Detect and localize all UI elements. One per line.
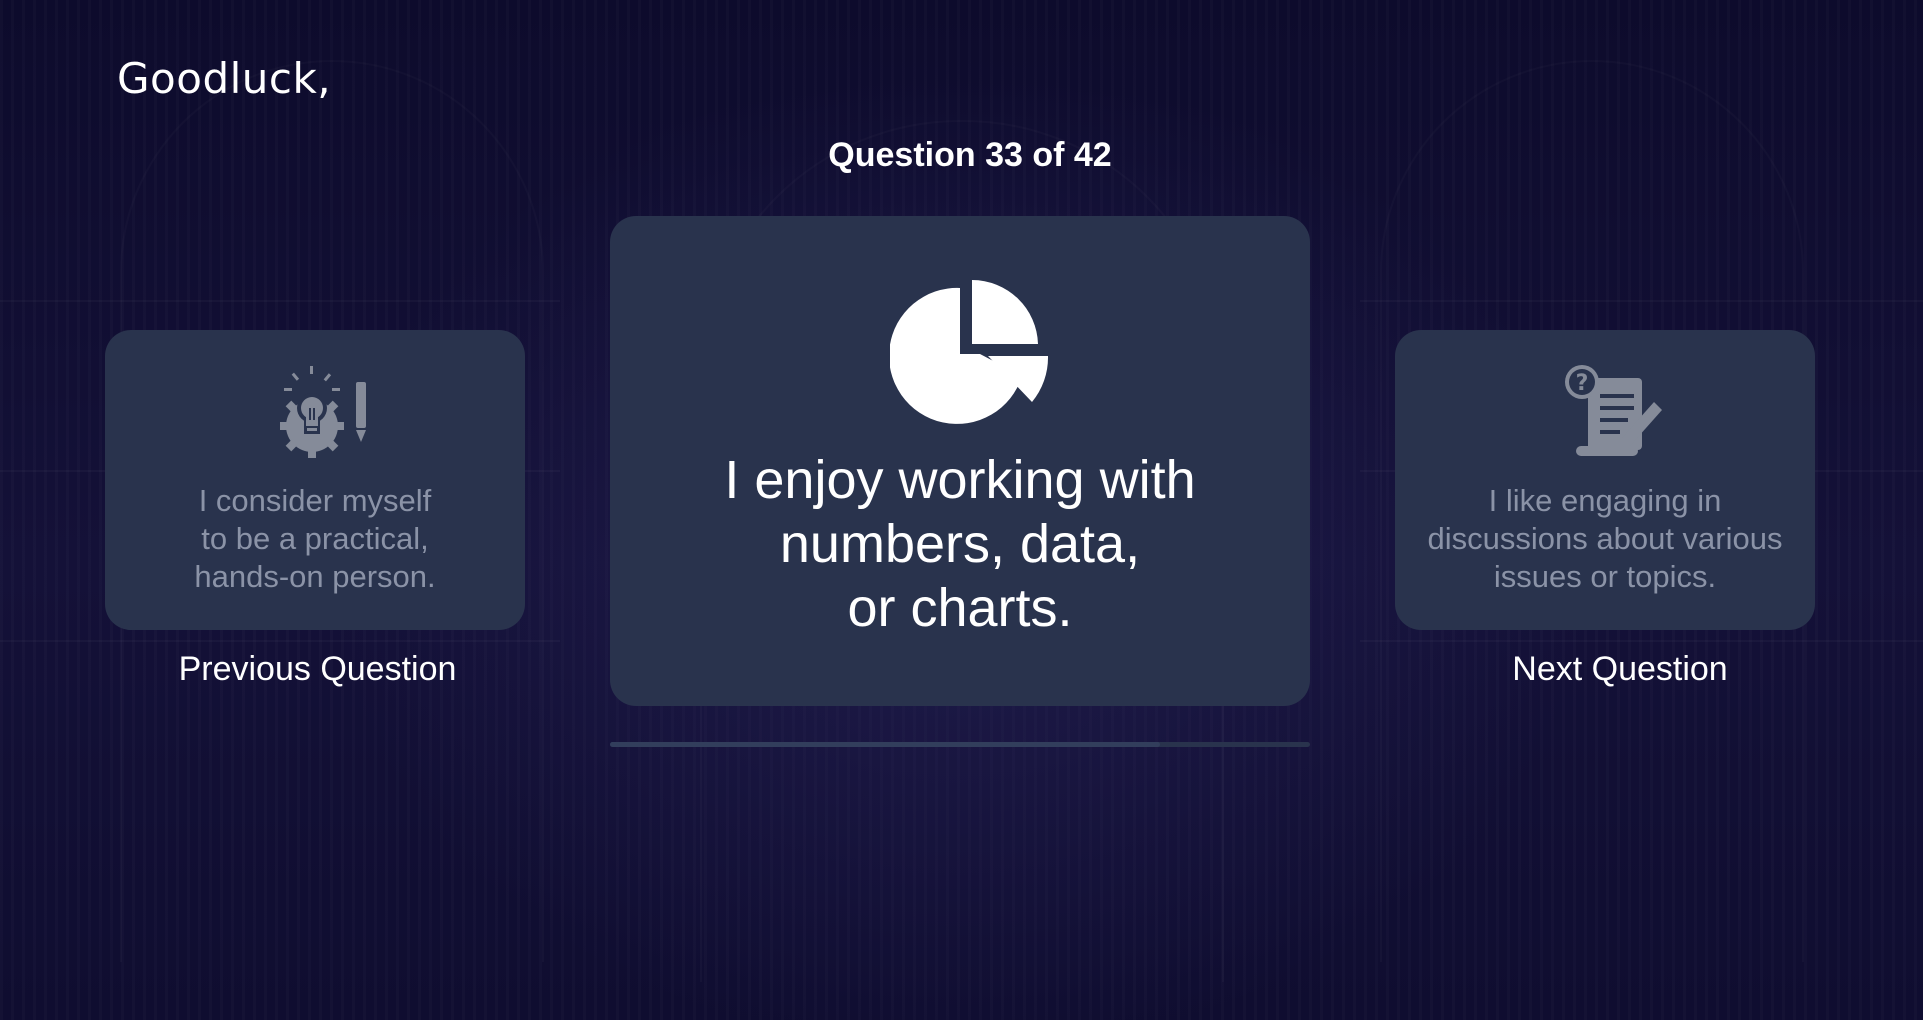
previous-question-line: hands-on person.	[194, 559, 436, 594]
current-question-card[interactable]: I enjoy working with numbers, data, or c…	[610, 216, 1310, 706]
background-shelf	[1360, 300, 1923, 302]
progress-bar-fill	[610, 742, 1160, 747]
background-shelf	[1360, 640, 1923, 642]
greeting-text: Goodluck,	[117, 54, 332, 103]
next-question-button[interactable]: Next Question	[1395, 650, 1845, 689]
previous-question-line: I consider myself	[198, 483, 432, 518]
previous-question-card[interactable]: I consider myself to be a practical, han…	[105, 330, 525, 630]
progress-bar	[610, 742, 1310, 747]
next-question-text: I like engaging in discussions about var…	[1395, 482, 1815, 596]
current-question-text: I enjoy working with numbers, data, or c…	[610, 448, 1310, 640]
background-shelf	[0, 640, 560, 642]
current-question-line: or charts.	[847, 578, 1073, 638]
question-counter: Question 33 of 42	[828, 136, 1112, 174]
pie-chart-icon	[890, 280, 1049, 424]
document-question-pen-icon: ?	[1565, 365, 1662, 456]
previous-question-text: I consider myself to be a practical, han…	[105, 482, 525, 596]
current-question-line: I enjoy working with	[724, 450, 1196, 510]
next-question-line: I like engaging in	[1488, 483, 1722, 518]
next-question-line: discussions about various	[1427, 521, 1783, 556]
next-question-card[interactable]: ? I like engaging in discussions about v…	[1395, 330, 1815, 630]
previous-question-line: to be a practical,	[201, 521, 429, 556]
next-question-line: issues or topics.	[1493, 559, 1717, 594]
current-question-line: numbers, data,	[779, 514, 1141, 574]
lightbulb-gear-pencil-icon	[280, 366, 366, 458]
svg-text:?: ?	[1576, 371, 1589, 396]
previous-question-button[interactable]: Previous Question	[105, 650, 530, 689]
background-shelf	[0, 300, 560, 302]
